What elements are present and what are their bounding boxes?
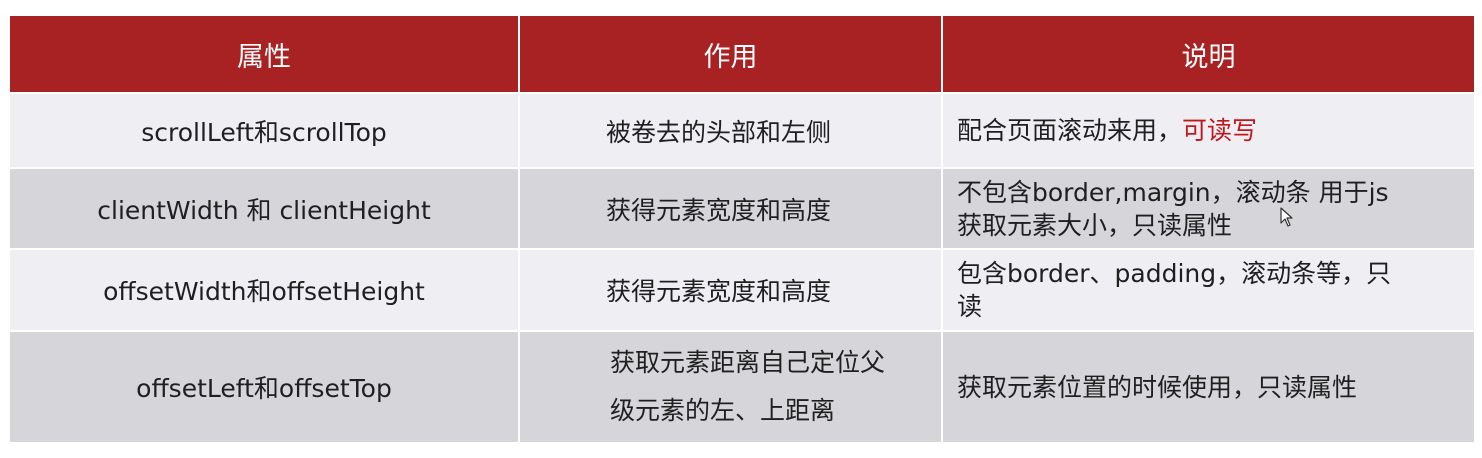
table-row: scrollLeft和scrollTop 被卷去的头部和左侧 配合页面滚动来用，…: [8, 92, 1476, 169]
purpose-line: 获取元素距离自己定位父: [610, 348, 886, 377]
mouse-pointer-icon: [1280, 207, 1293, 227]
description-cell: 获取元素位置的时候使用，只读属性: [941, 330, 1476, 444]
header-property: 属性: [8, 14, 520, 94]
purpose-cell: 获取元素距离自己定位父 级元素的左、上距离: [518, 330, 943, 444]
purpose-cell: 获得元素宽度和高度: [518, 248, 943, 332]
description-line: 获取元素大小，只读属性: [957, 210, 1233, 240]
description-line: 不包含border,margin，滚动条 用于js: [957, 177, 1389, 207]
property-cell: offsetWidth和offsetHeight: [8, 248, 520, 332]
header-description: 说明: [941, 14, 1476, 94]
property-cell: clientWidth 和 clientHeight: [8, 167, 520, 250]
purpose-cell: 获得元素宽度和高度: [518, 167, 943, 250]
description-text: 配合页面滚动来用，: [957, 116, 1183, 145]
purpose-line: 级元素的左、上距离: [610, 396, 836, 425]
description-cell: 不包含border,margin，滚动条 用于js 获取元素大小，只读属性: [941, 167, 1476, 250]
table-row: clientWidth 和 clientHeight 获得元素宽度和高度 不包含…: [8, 167, 1476, 250]
property-cell: scrollLeft和scrollTop: [8, 92, 520, 169]
description-cell: 配合页面滚动来用，可读写: [941, 92, 1476, 169]
description-cell: 包含border、padding，滚动条等，只读: [941, 248, 1476, 332]
header-row: 属性 作用 说明: [8, 14, 1476, 94]
purpose-cell: 被卷去的头部和左侧: [518, 92, 943, 169]
description-line: 包含border、padding，滚动条等，只: [957, 259, 1392, 288]
header-purpose: 作用: [518, 14, 943, 94]
property-cell: offsetLeft和offsetTop: [8, 330, 520, 444]
description-line: 读: [957, 292, 983, 321]
table-row: offsetWidth和offsetHeight 获得元素宽度和高度 包含bor…: [8, 248, 1476, 332]
description-highlight: 可读写: [1182, 116, 1258, 145]
properties-table: 属性 作用 说明 scrollLeft和scrollTop 被卷去的头部和左侧 …: [8, 14, 1476, 444]
table-row: offsetLeft和offsetTop 获取元素距离自己定位父 级元素的左、上距…: [8, 330, 1476, 444]
